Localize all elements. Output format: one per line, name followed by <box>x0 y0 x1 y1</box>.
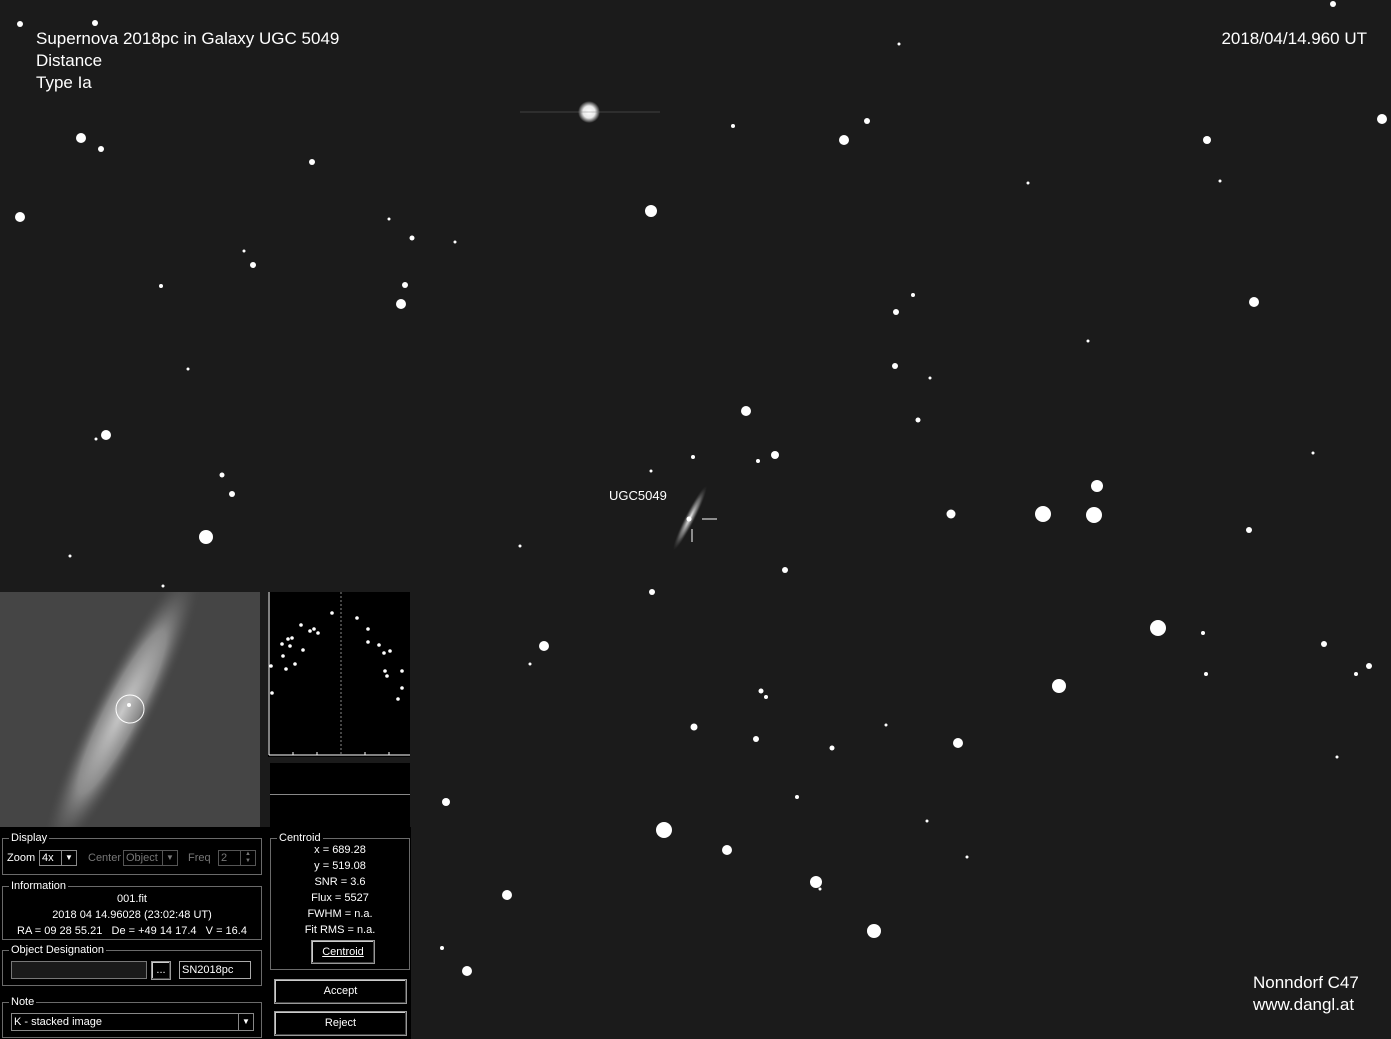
timestamp-label: 2018/04/14.960 UT <box>1221 29 1367 48</box>
stepper-arrows-icon[interactable]: ▲ ▼ <box>240 851 255 865</box>
centroid-y: y = 519.08 <box>314 860 366 872</box>
center-select[interactable]: Object ▼ <box>123 850 178 866</box>
freq-value: 2 <box>221 852 228 864</box>
image-title: Supernova 2018pc in Galaxy UGC 5049 Dist… <box>36 29 340 92</box>
centroid-fwhm: FWHM = n.a. <box>307 908 373 920</box>
information-group: Information 001.fit 2018 04 14.96028 (23… <box>2 879 262 940</box>
chevron-down-icon[interactable]: ▼ <box>162 851 177 865</box>
galaxy-label: UGC5049 <box>609 488 667 503</box>
chevron-down-icon[interactable]: ▼ <box>238 1014 253 1030</box>
note-group-title: Note <box>9 995 37 1009</box>
note-select[interactable]: K - stacked image ▼ <box>11 1013 254 1031</box>
zoom-thumbnail[interactable] <box>0 592 260 827</box>
freq-stepper[interactable]: 2 ▲ ▼ <box>218 850 256 866</box>
object-designation-title: Object Designation <box>9 943 106 957</box>
designation-input[interactable] <box>11 961 147 979</box>
note-value: K - stacked image <box>14 1016 103 1028</box>
centroid-snr: SNR = 3.6 <box>314 876 366 888</box>
profile-plot <box>268 592 410 757</box>
zoom-label: Zoom <box>7 852 36 864</box>
zoom-galaxy-image <box>0 592 260 827</box>
zoom-value: 4x <box>42 852 54 864</box>
reject-button[interactable]: Reject <box>274 1011 407 1036</box>
profile-points <box>269 611 404 701</box>
browse-button[interactable]: ... <box>151 961 171 980</box>
center-label: Center <box>88 852 122 864</box>
information-group-title: Information <box>9 879 69 893</box>
object-coordinates: RA = 09 28 55.21 De = +49 14 17.4 V = 16… <box>17 925 247 937</box>
object-designation-group: Object Designation ... SN2018pc <box>2 943 262 986</box>
centroid-x: x = 689.28 <box>314 844 366 856</box>
centroid-fit-rms: Fit RMS = n.a. <box>304 924 376 936</box>
centroid-group: Centroid x = 689.28 y = 519.08 SNR = 3.6… <box>270 831 410 970</box>
center-value: Object <box>126 852 158 864</box>
accept-button[interactable]: Accept <box>274 979 407 1004</box>
credit-text: Nonndorf C47 www.dangl.at <box>1253 973 1359 1014</box>
display-group-title: Display <box>9 831 50 845</box>
centroid-flux: Flux = 5527 <box>311 892 369 904</box>
file-name: 001.fit <box>117 893 147 905</box>
zoom-select[interactable]: 4x ▼ <box>39 850 77 866</box>
centroid-button[interactable]: Centroid <box>311 940 375 964</box>
secondary-plot <box>270 763 410 827</box>
designation-field[interactable]: SN2018pc <box>179 961 251 979</box>
display-group: Display Zoom 4x ▼ Center Object ▼ Freq 2… <box>2 831 262 875</box>
observation-datetime: 2018 04 14.96028 (23:02:48 UT) <box>52 909 212 921</box>
note-group: Note K - stacked image ▼ <box>2 995 262 1038</box>
chevron-down-icon[interactable]: ▼ <box>61 851 76 865</box>
freq-label: Freq <box>188 852 211 864</box>
designation-value: SN2018pc <box>182 964 234 976</box>
